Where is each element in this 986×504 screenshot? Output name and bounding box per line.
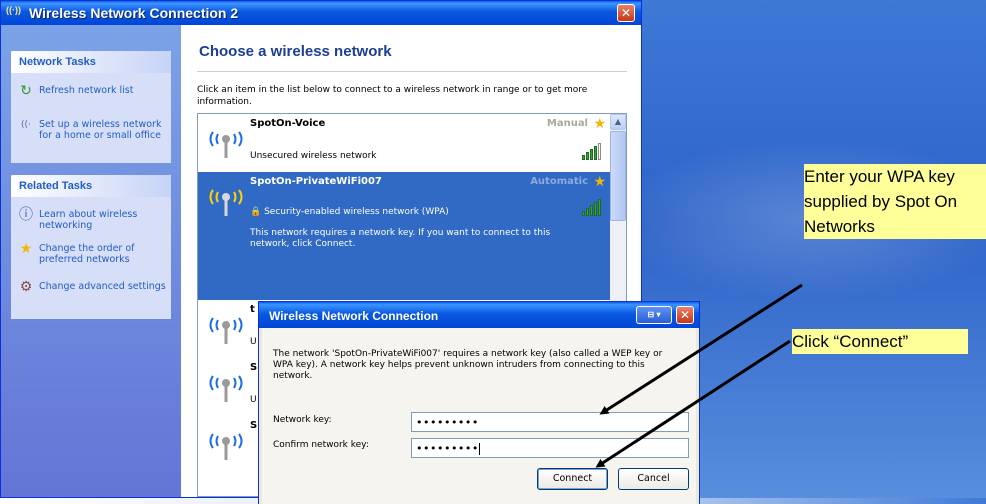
- instructions-text: Click an item in the list below to conne…: [197, 85, 588, 107]
- scrollbar-thumb[interactable]: [610, 131, 626, 221]
- related-tasks-panel: Related Tasks ⓘ Learn about wireless net…: [11, 175, 171, 319]
- network-item-spoton-voice[interactable]: SpotOn-Voice Manual ★ Unsecured wireless…: [198, 114, 610, 172]
- signal-strength-icon: [582, 198, 604, 216]
- sidebar-item-label: Change advanced settings: [39, 281, 166, 292]
- connect-button[interactable]: Connect: [537, 468, 608, 490]
- network-status: U: [250, 337, 257, 347]
- confirm-key-value: •••••••••: [416, 442, 479, 455]
- network-key-label: Network key:: [273, 415, 332, 425]
- info-icon: ⓘ: [19, 207, 33, 223]
- sidebar-item-label: Learn about wireless networking: [39, 209, 138, 231]
- star-icon: ★: [19, 241, 33, 257]
- signal-strength-icon: [582, 142, 604, 160]
- network-name: t: [250, 304, 255, 315]
- dialog-close-button[interactable]: ✕: [676, 306, 694, 324]
- related-tasks-header[interactable]: Related Tasks: [11, 175, 171, 197]
- confirm-key-label: Confirm network key:: [273, 440, 369, 450]
- network-name: S: [250, 362, 258, 373]
- cancel-button[interactable]: Cancel: [618, 468, 689, 490]
- sidebar-item-setup-network[interactable]: ((· Set up a wireless network for a home…: [11, 117, 171, 163]
- network-tasks-header[interactable]: Network Tasks: [11, 51, 171, 73]
- sidebar-item-label: Set up a wireless network for a home or …: [39, 119, 162, 141]
- connect-callout: Click “Connect”: [792, 329, 968, 354]
- confirm-key-input[interactable]: •••••••••: [411, 438, 689, 458]
- network-key-message: This network requires a network key. If …: [250, 228, 551, 249]
- sidebar-item-refresh[interactable]: ↻ Refresh network list: [11, 83, 171, 117]
- wpa-key-callout: Enter your WPA key supplied by Spot On N…: [804, 164, 986, 239]
- preferred-star-icon: ★: [593, 174, 606, 190]
- network-status-row: 🔒 Security-enabled wireless network (WPA…: [250, 207, 449, 217]
- antenna-icon: [209, 433, 243, 460]
- network-key-input[interactable]: •••••••••: [411, 412, 689, 432]
- network-item-spoton-private[interactable]: SpotOn-PrivateWiFi007 Automatic ★ 🔒 Secu…: [198, 172, 610, 300]
- sidebar-item-advanced-settings[interactable]: ⚙ Change advanced settings: [11, 279, 171, 319]
- network-status: Unsecured wireless network: [250, 151, 377, 161]
- sidebar-item-label: Refresh network list: [39, 85, 134, 96]
- network-name: SpotOn-Voice: [250, 118, 326, 129]
- settings-icon: ⚙: [19, 279, 33, 295]
- connection-mode: Manual: [546, 118, 588, 129]
- heading-divider: [197, 71, 627, 72]
- network-status: Security-enabled wireless network (WPA): [264, 207, 449, 217]
- lock-icon: 🔒: [250, 207, 262, 217]
- network-tasks-panel: Network Tasks ↻ Refresh network list ((·…: [11, 51, 171, 163]
- network-key-value: •••••••••: [416, 416, 479, 429]
- antenna-icon: [209, 375, 243, 402]
- network-name: SpotOn-PrivateWiFi007: [250, 176, 382, 187]
- dialog-body: The network 'SpotOn-PrivateWiFi007' requ…: [262, 328, 696, 504]
- antenna-icon: [209, 131, 243, 158]
- task-sidebar: Network Tasks ↻ Refresh network list ((·…: [1, 25, 181, 497]
- network-key-dialog: Wireless Network Connection ⊟ ▾ ✕ The ne…: [258, 301, 700, 504]
- dialog-message: The network 'SpotOn-PrivateWiFi007' requ…: [273, 349, 663, 381]
- dialog-titlebar[interactable]: Wireless Network Connection ⊟ ▾ ✕: [259, 302, 699, 328]
- antenna-icon: [209, 317, 243, 344]
- dialog-title: Wireless Network Connection: [269, 309, 439, 323]
- sidebar-item-learn-wireless[interactable]: ⓘ Learn about wireless networking: [11, 207, 171, 241]
- network-name: S: [250, 420, 258, 431]
- sidebar-item-label: Change the order of preferred networks: [39, 243, 135, 265]
- window-close-button[interactable]: ✕: [617, 4, 635, 22]
- scroll-up-icon[interactable]: ▲: [610, 114, 626, 130]
- antenna-icon: [209, 189, 243, 216]
- dialog-menu-icon[interactable]: ⊟ ▾: [636, 306, 672, 324]
- sidebar-item-change-order[interactable]: ★ Change the order of preferred networks: [11, 241, 171, 279]
- window-titlebar[interactable]: ((·)) Wireless Network Connection 2 ✕: [1, 1, 641, 25]
- setup-wizard-icon: ((·: [21, 120, 31, 130]
- preferred-star-icon: ★: [593, 116, 606, 132]
- page-title: Choose a wireless network: [199, 43, 392, 60]
- window-title: Wireless Network Connection 2: [29, 5, 239, 21]
- text-caret: [478, 443, 480, 455]
- refresh-icon: ↻: [20, 83, 32, 99]
- network-status: U: [250, 395, 257, 405]
- wireless-signal-icon: ((·)): [6, 5, 21, 15]
- connection-mode: Automatic: [530, 176, 588, 187]
